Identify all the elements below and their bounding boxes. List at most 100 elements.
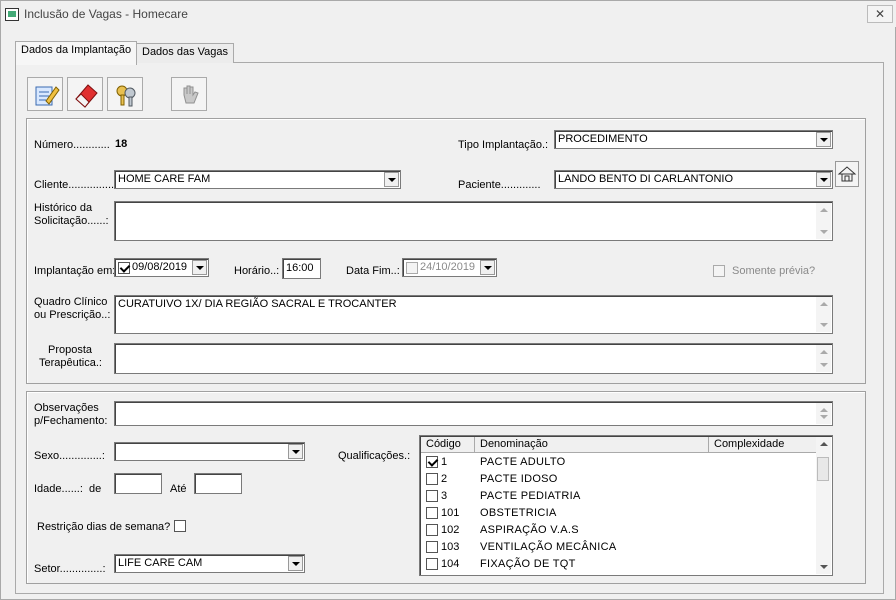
quadro-clinico-value: CURATUIVO 1X/ DIA REGIÃO SACRAL E TROCAN… bbox=[118, 298, 397, 310]
proposta-textarea[interactable] bbox=[114, 343, 833, 374]
data-fim-date-value: 24/10/2019 bbox=[420, 261, 476, 273]
cliente-select[interactable]: HOME CARE FAM bbox=[114, 170, 401, 189]
implantacao-checkbox[interactable] bbox=[118, 262, 130, 274]
row-checkbox[interactable] bbox=[426, 507, 438, 519]
quadro-clinico-textarea[interactable]: CURATUIVO 1X/ DIA REGIÃO SACRAL E TROCAN… bbox=[114, 295, 833, 334]
column-codigo[interactable]: Código bbox=[421, 437, 475, 453]
hand-disabled-icon bbox=[183, 85, 199, 104]
home-button[interactable] bbox=[835, 161, 859, 187]
restricao-label: Restrição dias de semana? bbox=[37, 521, 171, 533]
data-fim-date-picker[interactable]: 24/10/2019 bbox=[402, 258, 497, 277]
restricao-checkbox[interactable] bbox=[174, 520, 186, 532]
row-checkbox[interactable] bbox=[426, 490, 438, 502]
tab-dados-implantacao[interactable]: Dados da Implantação bbox=[15, 41, 138, 65]
table-row[interactable]: 103 VENTILAÇÃO MECÂNICA bbox=[421, 539, 817, 556]
historico-label-2: Solicitação......: bbox=[34, 215, 109, 227]
chevron-down-icon[interactable] bbox=[288, 556, 303, 571]
numero-value: 18 bbox=[115, 138, 128, 150]
quadro-label-1: Quadro Clínico bbox=[34, 296, 108, 308]
row-codigo: 1 bbox=[441, 456, 448, 468]
row-denominacao: PACTE IDOSO bbox=[480, 473, 558, 485]
data-fim-checkbox[interactable] bbox=[406, 262, 418, 274]
table-row[interactable]: 104 FIXAÇÃO DE TQT bbox=[421, 556, 817, 573]
edit-document-icon bbox=[35, 86, 60, 106]
row-denominacao: OBSTETRICIA bbox=[480, 507, 557, 519]
sexo-select[interactable] bbox=[114, 442, 305, 461]
keys-button[interactable] bbox=[107, 77, 143, 111]
setor-select[interactable]: LIFE CARE CAM bbox=[114, 554, 305, 573]
qualificacoes-label: Qualificações.: bbox=[338, 450, 411, 462]
idade-ate-input[interactable] bbox=[194, 473, 242, 494]
row-denominacao: PACTE ADULTO bbox=[480, 456, 566, 468]
cliente-value: HOME CARE FAM bbox=[118, 173, 211, 185]
tipo-implantacao-value: PROCEDIMENTO bbox=[558, 133, 648, 145]
scrollbar[interactable] bbox=[816, 345, 831, 372]
row-codigo: 101 bbox=[441, 507, 460, 519]
row-checkbox[interactable] bbox=[426, 456, 438, 468]
row-denominacao: FIXAÇÃO DE TQT bbox=[480, 558, 576, 570]
row-codigo: 3 bbox=[441, 490, 448, 502]
setor-value: LIFE CARE CAM bbox=[118, 557, 203, 569]
column-complexidade[interactable]: Complexidade bbox=[709, 437, 817, 453]
idade-label: Idade......: bbox=[34, 483, 83, 495]
row-checkbox[interactable] bbox=[426, 524, 438, 536]
sexo-label: Sexo..............: bbox=[34, 450, 105, 462]
idade-de-label: de bbox=[89, 483, 102, 495]
scroll-up-icon[interactable] bbox=[820, 442, 828, 446]
chevron-down-icon[interactable] bbox=[384, 172, 399, 187]
paciente-select[interactable]: LANDO BENTO DI CARLANTONIO bbox=[554, 170, 833, 189]
row-denominacao: VENTILAÇÃO MECÂNICA bbox=[480, 541, 617, 553]
column-denominacao[interactable]: Denominação bbox=[475, 437, 709, 453]
chevron-down-icon[interactable] bbox=[816, 172, 831, 187]
scroll-down-icon[interactable] bbox=[820, 565, 828, 569]
title-bar: Inclusão de Vagas - Homecare ✕ bbox=[1, 1, 896, 27]
row-checkbox[interactable] bbox=[426, 473, 438, 485]
tab-dados-vagas[interactable]: Dados das Vagas bbox=[136, 43, 235, 63]
home-icon bbox=[837, 166, 857, 182]
row-checkbox[interactable] bbox=[426, 541, 438, 553]
window-title: Inclusão de Vagas - Homecare bbox=[24, 7, 188, 21]
obs-label-2: p/Fechamento: bbox=[34, 415, 108, 427]
idade-de-input[interactable] bbox=[114, 473, 162, 494]
keys-icon bbox=[116, 85, 136, 107]
scroll-thumb[interactable] bbox=[817, 457, 829, 481]
main-window: Inclusão de Vagas - Homecare ✕ Dados da … bbox=[0, 0, 896, 600]
clear-button[interactable] bbox=[67, 77, 103, 111]
row-codigo: 103 bbox=[441, 541, 460, 553]
chevron-down-icon[interactable] bbox=[480, 260, 495, 275]
hand-button[interactable] bbox=[171, 77, 207, 111]
qualificacoes-grid[interactable]: Código Denominação Complexidade 1 PACTE A… bbox=[419, 435, 833, 576]
paciente-label: Paciente............. bbox=[458, 179, 541, 191]
table-row[interactable]: 1 PACTE ADULTO bbox=[421, 454, 817, 471]
proposta-label-1: Proposta bbox=[48, 344, 93, 356]
table-row[interactable]: 101 OBSTETRICIA bbox=[421, 505, 817, 522]
tipo-implantacao-select[interactable]: PROCEDIMENTO bbox=[554, 130, 833, 149]
implantacao-date-picker[interactable]: 09/08/2019 bbox=[114, 258, 209, 277]
row-denominacao: PACTE PEDIATRIA bbox=[480, 490, 581, 502]
chevron-down-icon[interactable] bbox=[816, 132, 831, 147]
data-fim-label: Data Fim..: bbox=[346, 265, 400, 277]
somente-previa-checkbox[interactable] bbox=[713, 265, 725, 277]
row-codigo: 102 bbox=[441, 524, 460, 536]
tipo-implantacao-label: Tipo Implantação.: bbox=[458, 139, 549, 151]
table-row[interactable]: 2 PACTE IDOSO bbox=[421, 471, 817, 488]
observacoes-textarea[interactable] bbox=[114, 401, 833, 426]
eraser-icon bbox=[75, 84, 98, 108]
table-row[interactable]: 3 PACTE PEDIATRIA bbox=[421, 488, 817, 505]
cliente-label: Cliente............... bbox=[34, 179, 115, 191]
edit-button[interactable] bbox=[27, 77, 63, 111]
scrollbar[interactable] bbox=[816, 203, 831, 239]
chevron-down-icon[interactable] bbox=[192, 260, 207, 275]
historico-textarea[interactable] bbox=[114, 201, 833, 241]
table-row[interactable]: 102 ASPIRAÇÃO V.A.S bbox=[421, 522, 817, 539]
row-codigo: 104 bbox=[441, 558, 460, 570]
scrollbar[interactable] bbox=[816, 297, 831, 332]
scrollbar[interactable] bbox=[816, 403, 831, 424]
row-checkbox[interactable] bbox=[426, 558, 438, 570]
horario-input[interactable]: 16:00 bbox=[282, 258, 321, 279]
chevron-down-icon[interactable] bbox=[288, 444, 303, 459]
implantacao-date-value: 09/08/2019 bbox=[132, 261, 188, 273]
grid-scrollbar[interactable] bbox=[816, 437, 831, 574]
close-button[interactable]: ✕ bbox=[867, 5, 893, 23]
grid-header: Código Denominação Complexidade bbox=[421, 437, 817, 453]
